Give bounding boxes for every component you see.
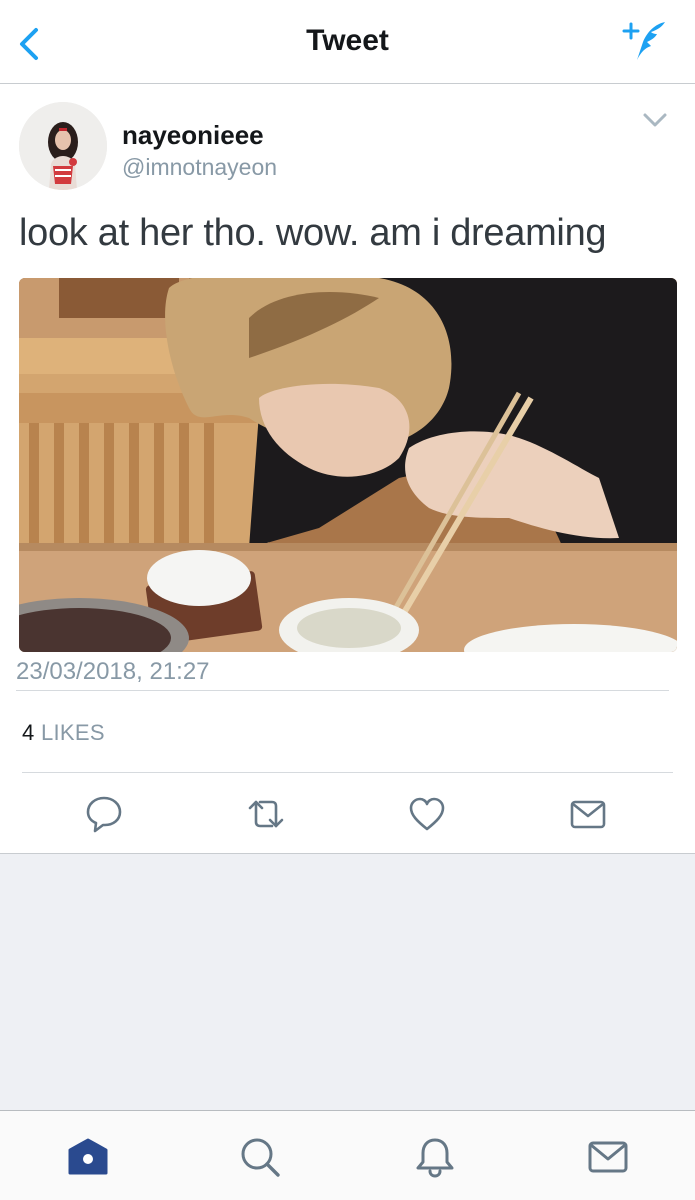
page-title: Tweet [306,24,389,57]
divider [16,690,669,691]
direct-message-icon[interactable] [568,794,608,834]
avatar[interactable] [19,102,107,190]
empty-area [0,854,695,1110]
retweet-icon[interactable] [246,794,286,834]
navigation-bar: Tweet [0,0,695,84]
tweet-timestamp: 23/03/2018, 21:27 [16,658,210,685]
likes-label: LIKES [40,720,105,745]
search-icon[interactable] [238,1135,282,1179]
tab-bar [0,1110,695,1200]
tweet-photo[interactable] [19,278,677,652]
tweet-detail: nayeonieee @imnotnayeon look at her tho.… [0,84,695,854]
notifications-icon[interactable] [413,1135,457,1179]
display-name[interactable]: nayeonieee [122,120,264,151]
messages-icon[interactable] [586,1135,630,1179]
tweet-text: look at her tho. wow. am i dreaming [19,212,607,254]
like-icon[interactable] [407,794,447,834]
home-icon[interactable] [66,1135,110,1179]
compose-tweet-icon[interactable] [621,18,669,64]
reply-icon[interactable] [84,794,124,834]
likes-count[interactable]: 4 LIKES [22,720,105,746]
divider [22,772,673,773]
likes-number: 4 [22,720,35,745]
chevron-down-icon[interactable] [641,110,669,130]
user-handle[interactable]: @imnotnayeon [122,154,277,181]
